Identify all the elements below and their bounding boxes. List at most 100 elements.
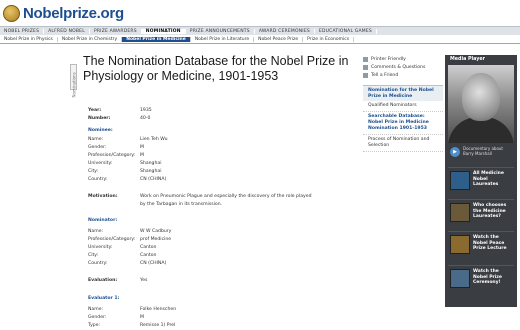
media-tile-thumbnail — [450, 269, 470, 288]
media-tile[interactable]: Who chooses the Medicine Laureates? — [448, 199, 514, 225]
sidebar-link-process[interactable]: Process of Nomination and Selection — [363, 135, 443, 152]
record-value: M — [140, 153, 144, 158]
media-player-panel: Media Player ▶ Documentary about Barry M… — [445, 55, 517, 307]
nav-item[interactable]: NOMINATION — [141, 28, 186, 34]
nav-item[interactable]: EDUCATIONAL GAMES — [315, 28, 377, 34]
media-tile-label: Who chooses the Medicine Laureates? — [473, 203, 507, 219]
subnav-item[interactable]: Nobel Prize in Chemistry — [58, 36, 123, 42]
comment-icon — [363, 65, 368, 70]
record-row: Motivation: Work on Pneumonic Plague and … — [88, 194, 358, 201]
record-label: City: — [88, 253, 99, 258]
media-tile-label: Watch the Nobel Prize Ceremony! — [473, 269, 502, 285]
record-label: Type: — [88, 323, 101, 328]
record-value: M — [140, 315, 144, 320]
record-row: Profession/Category: prof Medicine — [88, 237, 358, 244]
record-row: Nominee: — [88, 128, 358, 135]
record-row: Year: 1935 — [88, 108, 358, 115]
comments-questions-link[interactable]: Comments & Questions — [363, 64, 425, 71]
subnav-item[interactable]: Nobel Prize in Physics — [0, 36, 58, 42]
logo-text: Nobelprize.org — [23, 4, 124, 22]
site-logo[interactable]: Nobelprize.org — [3, 3, 124, 23]
record-label: Number: — [88, 116, 111, 121]
record-label: Country: — [88, 177, 108, 182]
record-label: Motivation: — [88, 194, 118, 199]
record-row: Profession/Category: M — [88, 153, 358, 160]
record-row: University: Shanghai — [88, 161, 358, 168]
record-label: Name: — [88, 137, 104, 142]
subnav-item[interactable]: Nobel Peace Prize — [254, 36, 304, 42]
media-tile[interactable]: Watch the Nobel Peace Prize Lecture — [448, 231, 514, 257]
record-row: City: Shanghai — [88, 169, 358, 176]
record-row: Name: Folke Henschen — [88, 307, 358, 314]
record-value: Work on Pneumonic Plague and especially … — [140, 194, 312, 199]
record-row: Evaluator 1: — [88, 296, 358, 303]
record-value: Yes — [140, 278, 148, 283]
record-label: City: — [88, 169, 99, 174]
media-tile[interactable]: Watch the Nobel Prize Ceremony! — [448, 265, 514, 291]
nav-item[interactable]: NOBEL PRIZES — [0, 28, 45, 34]
record-label: Country: — [88, 261, 108, 266]
record-row: Nominator: — [88, 218, 358, 225]
record-label: Year: — [88, 108, 102, 113]
record-label: Evaluation: — [88, 278, 118, 283]
record-value: CN (CHINA) — [140, 177, 167, 182]
printer-friendly-link[interactable]: Printer Friendly — [363, 56, 406, 63]
record-row: Evaluation: Yes — [88, 278, 358, 285]
subnav-item[interactable]: Prize in Economics — [303, 36, 355, 42]
side-tab-label: Nominations — [71, 72, 77, 98]
sidebar-heading[interactable]: Nomination for the Nobel Prize in Medici… — [363, 85, 443, 101]
media-player-title: Media Player — [450, 57, 486, 62]
media-tile-thumbnail — [450, 203, 470, 222]
record-row: City: Canton — [88, 253, 358, 260]
media-portrait[interactable] — [448, 65, 514, 143]
record-label: University: — [88, 245, 113, 250]
record-label: Nominee: — [88, 128, 113, 133]
record-row: Number: 40-0 — [88, 116, 358, 123]
media-tile[interactable]: All Medicine Nobel Laureates — [448, 167, 514, 193]
record-value: CN (CHINA) — [140, 261, 167, 266]
record-row: Gender: M — [88, 145, 358, 152]
subnav-item[interactable]: Nobel Prize in Medicine — [122, 36, 191, 42]
sidebar-link-searchable-database[interactable]: Searchable Database: Nobel Prize in Medi… — [363, 112, 443, 135]
subnav-item[interactable]: Nobel Prize in Literature — [191, 36, 255, 42]
record-row: University: Canton — [88, 245, 358, 252]
nominations-side-tab[interactable]: Nominations — [70, 64, 77, 98]
record-label: Profession/Category: — [88, 237, 136, 242]
record-value: Shanghai — [140, 161, 162, 166]
play-icon[interactable]: ▶ — [450, 147, 460, 157]
record-label: University: — [88, 161, 113, 166]
record-value: 1935 — [140, 108, 152, 113]
tell-a-friend-link[interactable]: Tell a Friend — [363, 72, 398, 79]
nomination-sidebar-box: Nomination for the Nobel Prize in Medici… — [363, 85, 443, 152]
record-value: Remisse 1) Prel — [140, 323, 176, 328]
secondary-nav: Nobel Prize in Physics Nobel Prize in Che… — [0, 35, 520, 44]
record-row: Name: Lien Teh Wu — [88, 137, 358, 144]
nav-item[interactable]: PRIZE ANNOUNCEMENTS — [186, 28, 255, 34]
record-value: Canton — [140, 253, 157, 258]
record-value: Shanghai — [140, 169, 162, 174]
util-label: Tell a Friend — [371, 73, 399, 78]
mail-icon — [363, 73, 368, 78]
media-caption[interactable]: Documentary about Barry Marshall — [463, 146, 515, 156]
record-row: Gender: M — [88, 315, 358, 322]
nav-item[interactable]: PRIZE AWARDERS — [90, 28, 142, 34]
nav-item[interactable]: AWARD CEREMONIES — [255, 28, 315, 34]
record-label: Name: — [88, 229, 104, 234]
util-label: Printer Friendly — [371, 57, 406, 62]
record-value: Canton — [140, 245, 157, 250]
primary-nav: NOBEL PRIZES ALFRED NOBEL PRIZE AWARDERS NO… — [0, 26, 520, 35]
record-row: Name: W W Cadbury — [88, 229, 358, 236]
media-tile-label: All Medicine Nobel Laureates — [473, 171, 504, 187]
header: Nobelprize.org — [0, 0, 520, 26]
util-label: Comments & Questions — [371, 65, 426, 70]
record-row: by the Tarbagan in its transmission. — [88, 202, 358, 209]
printer-icon — [363, 57, 368, 62]
nav-item[interactable]: ALFRED NOBEL — [44, 28, 90, 34]
nobel-medal-icon — [3, 4, 20, 22]
record-value: W W Cadbury — [140, 229, 172, 234]
sidebar-link-qualified-nominators[interactable]: Qualified Nominators — [363, 101, 443, 112]
record-row: Country: CN (CHINA) — [88, 261, 358, 268]
page-title: The Nomination Database for the Nobel Pr… — [83, 54, 349, 83]
record-label: Nominator: — [88, 218, 118, 223]
record-row: Type: Remisse 1) Prel — [88, 323, 358, 330]
